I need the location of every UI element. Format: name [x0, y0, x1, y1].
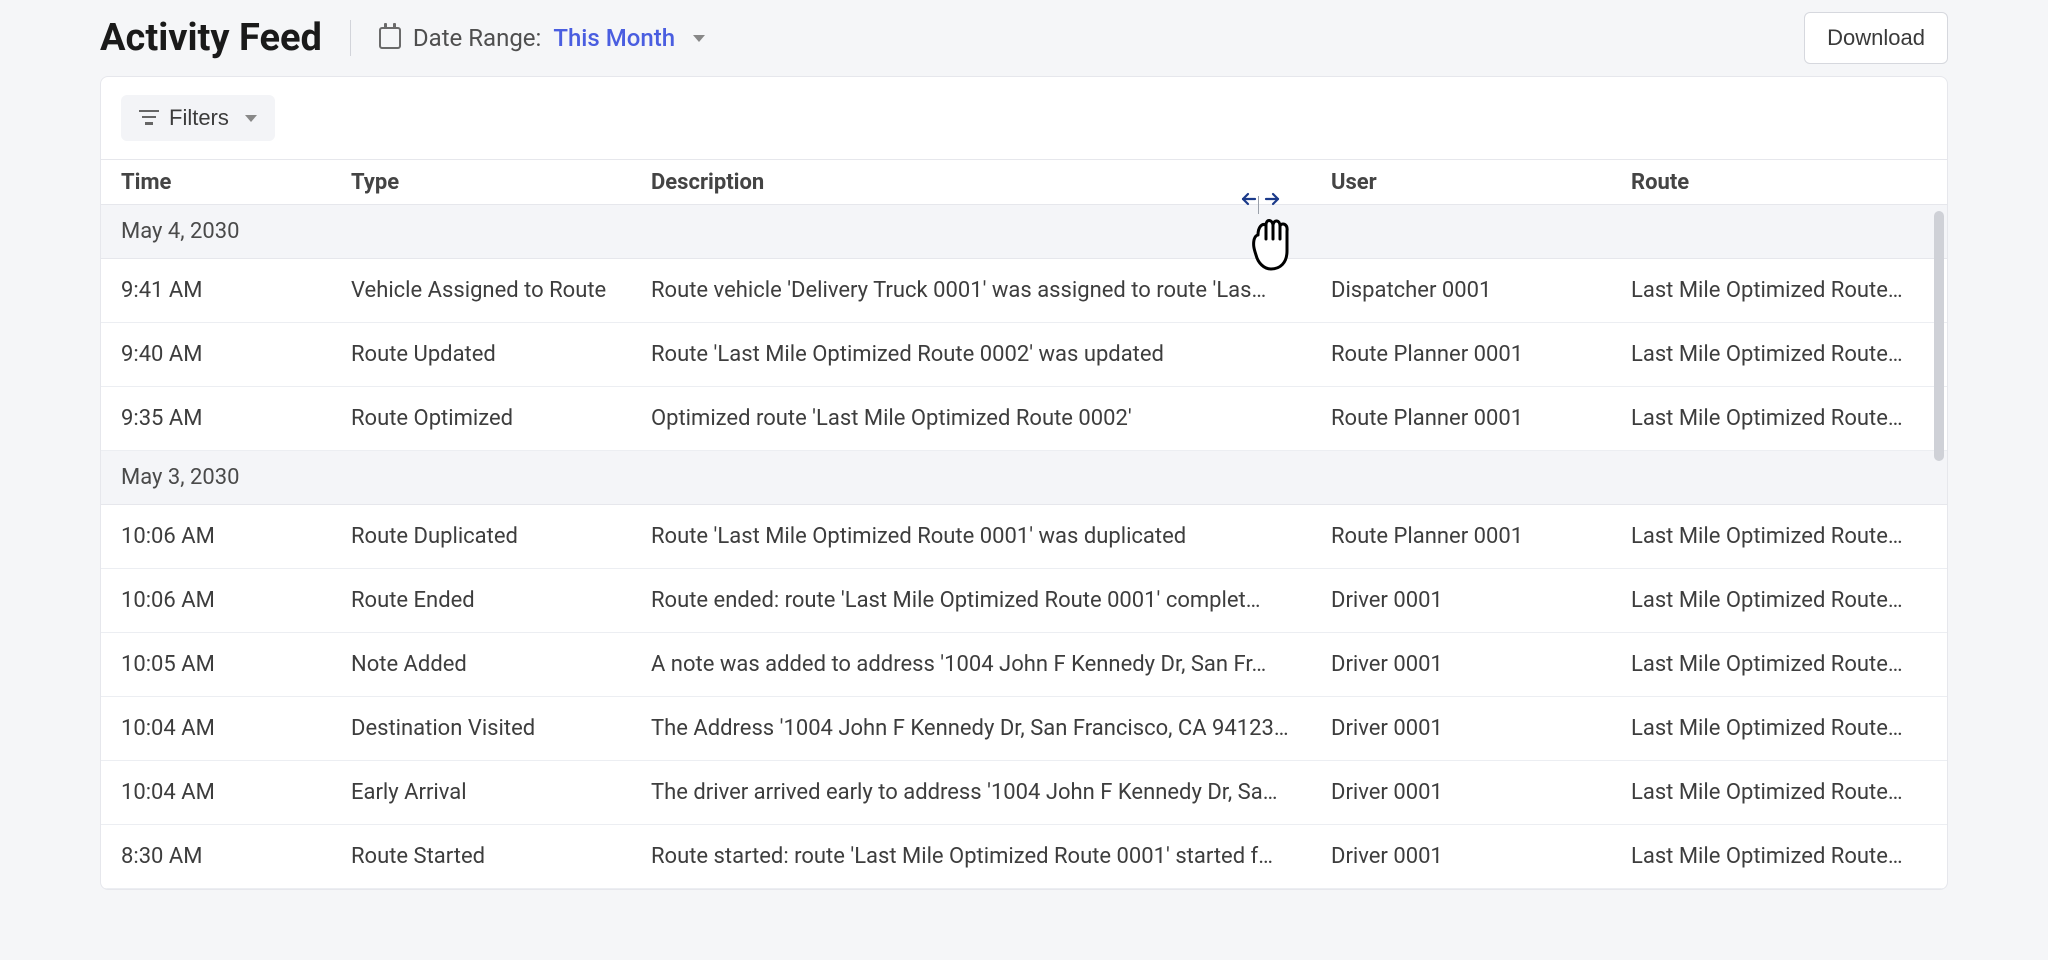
cell-route: Last Mile Optimized Route 0001 — [1631, 588, 1927, 613]
table-row[interactable]: 9:41 AMVehicle Assigned to RouteRoute ve… — [101, 259, 1947, 323]
cell-time: 9:35 AM — [121, 406, 351, 431]
cell-type: Route Optimized — [351, 406, 651, 431]
date-group-header: May 3, 2030 — [101, 451, 1947, 505]
download-button[interactable]: Download — [1804, 12, 1948, 64]
activity-card: Filters Time Type Description User Route… — [100, 76, 1948, 890]
date-group-header: May 4, 2030 — [101, 205, 1947, 259]
cell-route: Last Mile Optimized Route 0001 — [1631, 780, 1927, 805]
cell-user: Driver 0001 — [1331, 652, 1631, 677]
cell-time: 10:06 AM — [121, 588, 351, 613]
table-row[interactable]: 9:35 AMRoute OptimizedOptimized route 'L… — [101, 387, 1947, 451]
cell-time: 9:40 AM — [121, 342, 351, 367]
cell-time: 9:41 AM — [121, 278, 351, 303]
cell-user: Driver 0001 — [1331, 780, 1631, 805]
cell-type: Route Duplicated — [351, 524, 651, 549]
table-row[interactable]: 9:40 AMRoute UpdatedRoute 'Last Mile Opt… — [101, 323, 1947, 387]
column-header-description[interactable]: Description — [651, 170, 1331, 195]
cell-description: Route 'Last Mile Optimized Route 0001' w… — [651, 524, 1331, 549]
cell-type: Route Ended — [351, 588, 651, 613]
cell-user: Route Planner 0001 — [1331, 342, 1631, 367]
cell-route: Last Mile Optimized Route 0002 — [1631, 278, 1927, 303]
table-row[interactable]: 8:30 AMRoute StartedRoute started: route… — [101, 825, 1947, 889]
cell-user: Driver 0001 — [1331, 716, 1631, 741]
cell-description: Route vehicle 'Delivery Truck 0001' was … — [651, 278, 1331, 303]
divider — [350, 20, 351, 56]
cell-user: Route Planner 0001 — [1331, 406, 1631, 431]
column-header-user[interactable]: User — [1331, 170, 1631, 195]
cell-type: Destination Visited — [351, 716, 651, 741]
filters-bar: Filters — [101, 77, 1947, 159]
cell-time: 10:04 AM — [121, 716, 351, 741]
date-range-selector[interactable]: Date Range: This Month — [379, 24, 705, 52]
page-header: Activity Feed Date Range: This Month Dow… — [100, 12, 1948, 64]
cell-type: Note Added — [351, 652, 651, 677]
cell-time: 10:05 AM — [121, 652, 351, 677]
cell-time: 10:04 AM — [121, 780, 351, 805]
column-header-type[interactable]: Type — [351, 170, 651, 195]
cell-user: Dispatcher 0001 — [1331, 278, 1631, 303]
date-range-label: Date Range: — [413, 24, 541, 52]
filters-button[interactable]: Filters — [121, 95, 275, 141]
activity-table: Time Type Description User Route May 4, … — [101, 159, 1947, 889]
cell-type: Route Updated — [351, 342, 651, 367]
cell-user: Route Planner 0001 — [1331, 524, 1631, 549]
filter-icon — [139, 110, 159, 126]
date-range-value: This Month — [553, 24, 675, 52]
page-title: Activity Feed — [100, 16, 322, 60]
table-row[interactable]: 10:05 AMNote AddedA note was added to ad… — [101, 633, 1947, 697]
scrollbar-thumb[interactable] — [1934, 211, 1944, 461]
calendar-icon — [379, 27, 401, 49]
chevron-down-icon — [693, 35, 705, 42]
cell-description: A note was added to address '1004 John F… — [651, 652, 1331, 677]
cell-description: The driver arrived early to address '100… — [651, 780, 1331, 805]
column-header-route[interactable]: Route — [1631, 170, 1927, 195]
cell-type: Route Started — [351, 844, 651, 869]
cell-description: The Address '1004 John F Kennedy Dr, San… — [651, 716, 1331, 741]
column-resize-divider[interactable] — [1258, 196, 1259, 214]
cell-route: Last Mile Optimized Route 0001 — [1631, 524, 1927, 549]
table-row[interactable]: 10:04 AMEarly ArrivalThe driver arrived … — [101, 761, 1947, 825]
cell-route: Last Mile Optimized Route 0001 — [1631, 844, 1927, 869]
cell-description: Route started: route 'Last Mile Optimize… — [651, 844, 1331, 869]
cell-type: Vehicle Assigned to Route — [351, 278, 651, 303]
cell-description: Route ended: route 'Last Mile Optimized … — [651, 588, 1331, 613]
column-header-time[interactable]: Time — [121, 170, 351, 195]
table-header-row: Time Type Description User Route — [101, 159, 1947, 205]
header-left-group: Activity Feed Date Range: This Month — [100, 16, 705, 60]
table-row[interactable]: 10:06 AMRoute EndedRoute ended: route 'L… — [101, 569, 1947, 633]
cell-description: Route 'Last Mile Optimized Route 0002' w… — [651, 342, 1331, 367]
cell-description: Optimized route 'Last Mile Optimized Rou… — [651, 406, 1331, 431]
cell-time: 10:06 AM — [121, 524, 351, 549]
cell-type: Early Arrival — [351, 780, 651, 805]
cell-route: Last Mile Optimized Route 0001 — [1631, 716, 1927, 741]
cell-route: Last Mile Optimized Route 0001 — [1631, 652, 1927, 677]
cell-user: Driver 0001 — [1331, 844, 1631, 869]
chevron-down-icon — [245, 115, 257, 122]
cell-route: Last Mile Optimized Route 0002 — [1631, 342, 1927, 367]
cell-route: Last Mile Optimized Route 0002 — [1631, 406, 1927, 431]
cell-user: Driver 0001 — [1331, 588, 1631, 613]
cell-time: 8:30 AM — [121, 844, 351, 869]
table-row[interactable]: 10:06 AMRoute DuplicatedRoute 'Last Mile… — [101, 505, 1947, 569]
table-row[interactable]: 10:04 AMDestination VisitedThe Address '… — [101, 697, 1947, 761]
filters-button-label: Filters — [169, 105, 229, 131]
table-body: May 4, 20309:41 AMVehicle Assigned to Ro… — [101, 205, 1947, 889]
